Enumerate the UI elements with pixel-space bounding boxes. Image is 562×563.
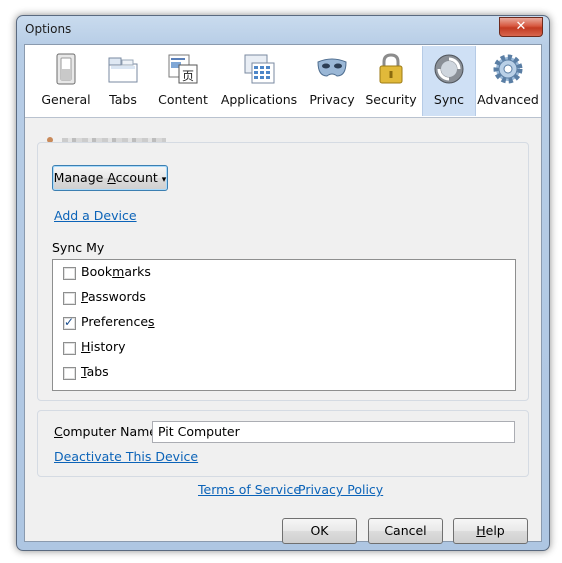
cancel-button[interactable]: Cancel xyxy=(368,518,443,544)
button-label: Manage Account xyxy=(53,170,158,185)
dialog-client-area: General Tabs 页 Content Applications Priv… xyxy=(24,44,542,544)
tab-security[interactable]: Security xyxy=(363,46,419,116)
computer-name-label: Computer Name: xyxy=(54,424,162,439)
tab-label: Security xyxy=(365,92,417,107)
padlock-icon xyxy=(379,53,403,84)
tab-privacy[interactable]: Privacy xyxy=(305,46,359,116)
tab-applications[interactable]: Applications xyxy=(219,46,299,116)
checkmark-icon: ✓ xyxy=(64,315,75,329)
tab-label: Content xyxy=(158,92,208,107)
mask-icon xyxy=(317,58,347,77)
options-window: Options ✕ General Tabs 页 Content Applica… xyxy=(16,15,550,551)
ok-button[interactable]: OK xyxy=(282,518,357,544)
tab-content[interactable]: 页 Content xyxy=(153,46,213,116)
content-icon: 页 xyxy=(168,54,198,84)
checkbox-label: Passwords xyxy=(81,289,146,304)
svg-text:页: 页 xyxy=(182,69,194,83)
bookmarks-checkbox[interactable] xyxy=(63,267,76,280)
sync-items-list: Bookmarks Passwords ✓ Preferences Histor… xyxy=(52,259,516,391)
tabs-icon xyxy=(108,57,138,83)
tab-tabs[interactable]: Tabs xyxy=(99,46,147,116)
tabs-checkbox[interactable] xyxy=(63,367,76,380)
gear-icon xyxy=(493,54,523,84)
close-button[interactable]: ✕ xyxy=(499,17,543,37)
tab-label: Tabs xyxy=(109,92,137,107)
window-title: Options xyxy=(25,22,72,36)
tab-label: Sync xyxy=(433,92,465,107)
tab-label: Advanced xyxy=(477,92,539,107)
dropdown-arrow-icon: ▾ xyxy=(161,175,167,185)
checkbox-label: History xyxy=(81,339,126,354)
tab-sync[interactable]: Sync xyxy=(422,46,476,116)
tab-general[interactable]: General xyxy=(39,46,93,116)
sync-icon xyxy=(434,54,464,84)
add-device-link[interactable]: Add a Device xyxy=(54,208,137,223)
terms-of-service-link[interactable]: Terms of Service xyxy=(198,482,301,497)
device-panel: Computer Name: Pit Computer Deactivate T… xyxy=(37,410,529,477)
tab-label: Privacy xyxy=(309,92,355,107)
tab-advanced[interactable]: Advanced xyxy=(477,46,539,116)
sync-my-heading: Sync My xyxy=(52,240,105,255)
checkbox-label: Bookmarks xyxy=(81,264,151,279)
tab-label: Applications xyxy=(220,92,298,107)
preferences-checkbox[interactable]: ✓ xyxy=(63,315,76,330)
privacy-policy-link[interactable]: Privacy Policy xyxy=(298,482,383,497)
account-panel: Manage Account ▾ Add a Device Sync My Bo… xyxy=(37,142,529,401)
pane-toolbar: General Tabs 页 Content Applications Priv… xyxy=(25,45,541,118)
checkbox-label: Tabs xyxy=(81,364,109,379)
applications-icon xyxy=(244,54,275,84)
checkbox-label: Preferences xyxy=(81,314,155,329)
manage-account-button[interactable]: Manage Account ▾ xyxy=(52,165,168,191)
history-checkbox[interactable] xyxy=(63,342,76,355)
passwords-checkbox[interactable] xyxy=(63,292,76,305)
switch-icon xyxy=(56,53,76,85)
deactivate-device-link[interactable]: Deactivate This Device xyxy=(54,449,198,464)
help-button[interactable]: Help xyxy=(453,518,528,544)
tab-label: General xyxy=(41,92,91,107)
computer-name-input[interactable]: Pit Computer xyxy=(152,421,515,443)
